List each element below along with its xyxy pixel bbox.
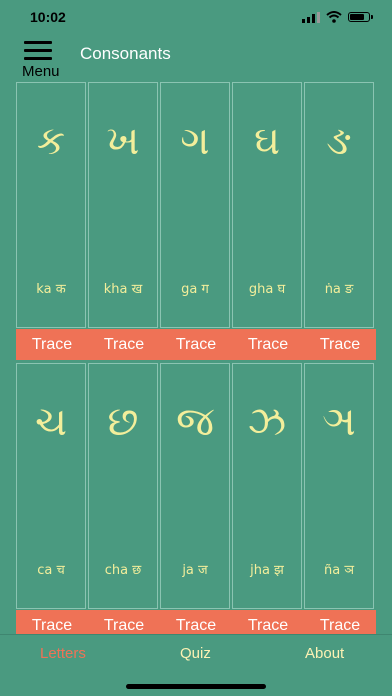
- battery-icon: [348, 12, 373, 22]
- letter-glyph: ક: [36, 118, 66, 164]
- menu-label: Menu: [22, 63, 60, 80]
- tab-quiz[interactable]: Quiz: [180, 645, 211, 662]
- letter-card-nga[interactable]: ઙ ṅa ङ: [304, 82, 374, 328]
- home-indicator: [126, 684, 266, 689]
- tab-about[interactable]: About: [305, 645, 344, 662]
- letter-transliteration: jha झ: [250, 563, 284, 578]
- trace-button-gha[interactable]: Trace: [233, 329, 303, 360]
- letter-card-ga[interactable]: ગ ga ग: [160, 82, 230, 328]
- trace-button-nga[interactable]: Trace: [305, 329, 375, 360]
- letter-transliteration: ca च: [37, 563, 65, 578]
- letter-transliteration: gha घ: [248, 282, 286, 297]
- letter-transliteration: ṅa ङ: [324, 282, 354, 297]
- trace-button-ka[interactable]: Trace: [17, 329, 87, 360]
- trace-button-cha[interactable]: Trace: [89, 610, 159, 634]
- letter-card-cha[interactable]: છ cha छ: [88, 363, 158, 609]
- trace-button-kha[interactable]: Trace: [89, 329, 159, 360]
- trace-button-ca[interactable]: Trace: [17, 610, 87, 634]
- letter-transliteration: ka क: [36, 282, 66, 297]
- letter-glyph: ઝ: [247, 399, 287, 445]
- letter-glyph: ઞ: [322, 399, 356, 445]
- letter-transliteration: ña ञ: [324, 563, 354, 578]
- letter-glyph: ગ: [180, 118, 210, 164]
- letter-glyph: ચ: [35, 399, 67, 445]
- letter-glyph: ઙ: [326, 118, 352, 164]
- status-bar: 10:02: [0, 0, 392, 34]
- menu-button[interactable]: Menu: [22, 39, 74, 80]
- letter-glyph: છ: [107, 399, 139, 445]
- tab-letters[interactable]: Letters: [40, 645, 86, 662]
- letter-card-jha[interactable]: ઝ jha झ: [232, 363, 302, 609]
- letter-transliteration: kha ख: [103, 282, 143, 297]
- trace-bar-row1: Trace Trace Trace Trace Trace: [16, 329, 376, 360]
- letter-transliteration: ga ग: [181, 282, 209, 297]
- letter-card-gha[interactable]: ઘ gha घ: [232, 82, 302, 328]
- wifi-icon: [326, 11, 342, 23]
- tab-bar: Letters Quiz About: [0, 634, 392, 675]
- trace-button-ga[interactable]: Trace: [161, 329, 231, 360]
- letter-card-ja[interactable]: જ ja ज: [160, 363, 230, 609]
- hamburger-icon: [24, 41, 52, 61]
- app-header: Menu Consonants: [0, 34, 392, 80]
- trace-button-jha[interactable]: Trace: [233, 610, 303, 634]
- letter-transliteration: cha छ: [104, 563, 142, 578]
- letter-glyph: ઘ: [253, 118, 281, 164]
- letter-glyph: જ: [176, 399, 214, 445]
- cellular-signal-icon: [302, 11, 320, 23]
- status-time: 10:02: [30, 9, 66, 25]
- letter-card-nya[interactable]: ઞ ña ञ: [304, 363, 374, 609]
- letter-transliteration: ja ज: [182, 563, 208, 578]
- page-title: Consonants: [80, 44, 171, 63]
- trace-button-nya[interactable]: Trace: [305, 610, 375, 634]
- letter-card-ca[interactable]: ચ ca च: [16, 363, 86, 609]
- trace-button-ja[interactable]: Trace: [161, 610, 231, 634]
- letter-glyph: ખ: [106, 118, 140, 164]
- letter-card-ka[interactable]: ક ka क: [16, 82, 86, 328]
- trace-bar-row2: Trace Trace Trace Trace Trace: [16, 610, 376, 634]
- letter-card-kha[interactable]: ખ kha ख: [88, 82, 158, 328]
